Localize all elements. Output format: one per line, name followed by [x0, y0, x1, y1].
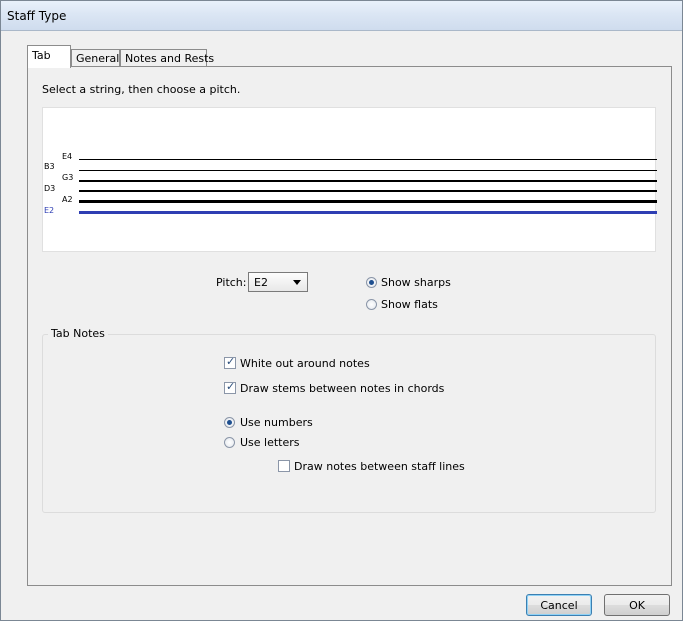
instruction-text: Select a string, then choose a pitch. [42, 83, 241, 96]
ok-button[interactable]: OK [604, 594, 670, 616]
string-line-b3[interactable] [79, 170, 657, 171]
string-label-d3: D3 [44, 184, 56, 193]
tab-label: Notes and Rests [125, 52, 215, 65]
draw-stems-checkbox[interactable] [224, 380, 236, 394]
show-sharps-radio[interactable] [366, 277, 377, 288]
use-letters-radio[interactable] [224, 437, 235, 448]
pitch-dropdown[interactable]: E2 [248, 272, 308, 292]
chevron-down-icon [293, 280, 301, 285]
staff-preview[interactable]: E4 B3 G3 D3 A2 E2 [42, 107, 657, 252]
window-title: Staff Type [7, 9, 67, 23]
tab-tab[interactable]: Tab [27, 45, 71, 68]
use-letters-label[interactable]: Use letters [240, 436, 300, 449]
cancel-button-label: Cancel [540, 599, 578, 612]
string-line-g3[interactable] [79, 180, 657, 182]
tab-panel: Select a string, then choose a pitch. E4… [27, 66, 672, 586]
cancel-button[interactable]: Cancel [526, 594, 592, 616]
string-label-e2: E2 [44, 206, 55, 215]
string-line-d3[interactable] [79, 190, 657, 192]
show-flats-radio[interactable] [366, 299, 377, 310]
draw-between-label[interactable]: Draw notes between staff lines [294, 460, 465, 473]
show-flats-label[interactable]: Show flats [381, 298, 438, 311]
white-out-label[interactable]: White out around notes [240, 357, 370, 370]
string-line-a2[interactable] [79, 200, 657, 203]
tab-notes-title: Tab Notes [48, 327, 108, 340]
string-line-e4[interactable] [79, 159, 657, 160]
use-numbers-radio[interactable] [224, 417, 235, 428]
use-numbers-label[interactable]: Use numbers [240, 416, 313, 429]
ok-button-label: OK [629, 599, 645, 612]
string-label-e4: E4 [62, 152, 73, 161]
show-sharps-label[interactable]: Show sharps [381, 276, 451, 289]
tab-label: Tab [32, 49, 51, 62]
pitch-label: Pitch: [216, 276, 247, 289]
draw-between-checkbox[interactable] [278, 460, 290, 472]
draw-stems-label[interactable]: Draw stems between notes in chords [240, 382, 444, 395]
string-label-a2: A2 [62, 195, 73, 204]
tab-label: General [76, 52, 120, 65]
string-label-g3: G3 [62, 173, 74, 182]
pitch-value: E2 [254, 276, 268, 289]
title-bar[interactable]: Staff Type [1, 1, 682, 31]
white-out-checkbox[interactable] [224, 355, 236, 369]
staff-type-dialog: Staff Type Tab General Notes and Rests S… [0, 0, 683, 621]
string-line-e2-selected[interactable] [79, 211, 657, 214]
string-label-b3: B3 [44, 162, 55, 171]
